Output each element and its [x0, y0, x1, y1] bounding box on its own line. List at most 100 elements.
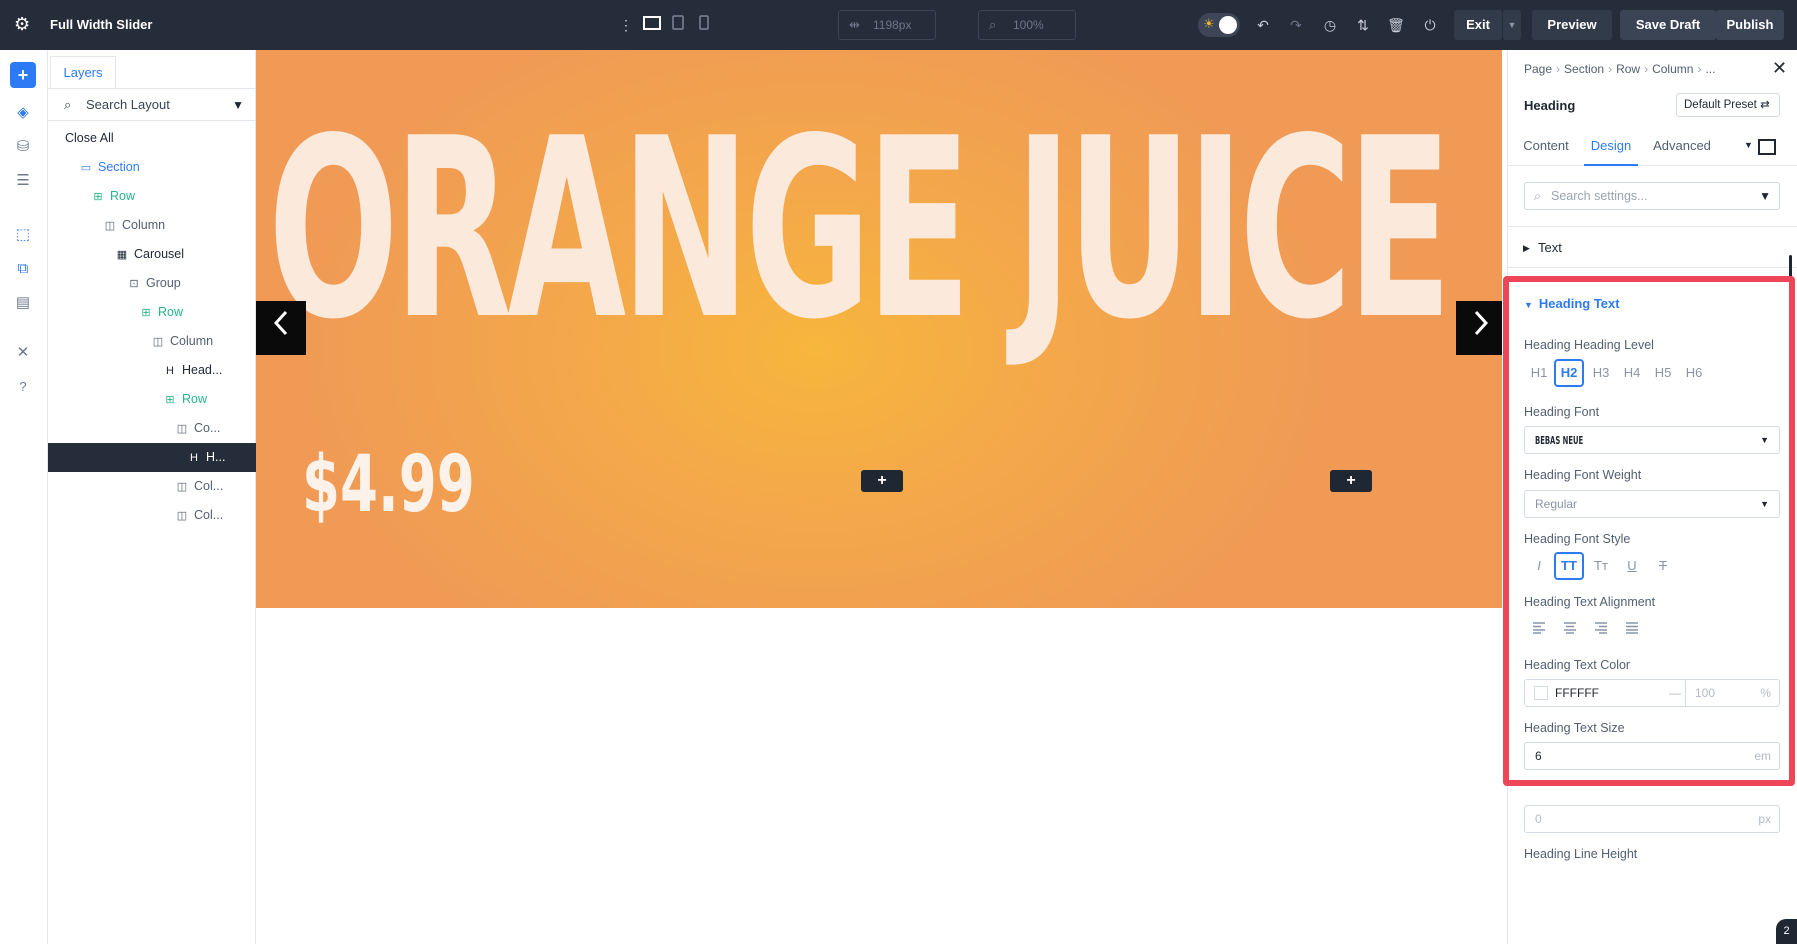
layer-item[interactable]: ◫Co... [48, 414, 256, 443]
heading-level-h6[interactable]: H6 [1679, 359, 1709, 387]
layer-item[interactable]: ▭Section [48, 153, 256, 182]
layer-item-selected[interactable]: HH... [48, 443, 256, 472]
tab-design[interactable]: Design [1584, 128, 1638, 166]
publish-button[interactable]: Publish [1716, 10, 1784, 40]
align-center-icon[interactable] [1555, 616, 1585, 644]
layer-item[interactable]: ⊡Group [48, 269, 256, 298]
price-heading[interactable]: $4.99 [302, 440, 475, 530]
group-icon: ⊡ [126, 270, 142, 299]
font-weight-label: Heading Font Weight [1524, 468, 1641, 482]
undo-icon[interactable]: ↶ [1252, 14, 1274, 36]
layer-item[interactable]: HHead... [48, 356, 256, 385]
exit-dropdown-icon[interactable]: ▼ [1503, 10, 1521, 40]
divider [1685, 680, 1686, 706]
chevron-right-icon[interactable] [1456, 301, 1502, 355]
preview-button[interactable]: Preview [1532, 10, 1612, 40]
italic-button[interactable]: I [1524, 552, 1554, 580]
color-swatch[interactable] [1534, 686, 1548, 700]
breadcrumb: Page›Section›Row›Column›... [1524, 62, 1715, 76]
breadcrumb-item[interactable]: Column [1652, 62, 1693, 76]
width-field[interactable]: ⇹ 1198px [838, 10, 936, 40]
close-icon[interactable]: ✕ [1772, 58, 1787, 79]
exit-button[interactable]: Exit [1454, 10, 1502, 40]
heading-level-h2[interactable]: H2 [1554, 359, 1584, 387]
filter-icon[interactable]: ▼ [1759, 183, 1771, 209]
layer-item[interactable]: ▦Carousel [48, 240, 256, 269]
group-text-toggle[interactable]: ▶ Text [1508, 226, 1797, 268]
uppercase-button[interactable]: TT [1554, 552, 1584, 580]
column-icon: ◫ [102, 212, 118, 241]
column-icon: ◫ [174, 415, 190, 444]
settings-search-input[interactable]: ⌕ Search settings... ▼ [1524, 182, 1780, 210]
heading-level-h1[interactable]: H1 [1524, 359, 1554, 387]
phone-icon[interactable] [693, 14, 715, 36]
history-icon[interactable]: ◷ [1319, 14, 1341, 36]
heading-level-h4[interactable]: H4 [1617, 359, 1647, 387]
layer-item[interactable]: ⊞Row [48, 182, 256, 211]
heading-level-h5[interactable]: H5 [1648, 359, 1678, 387]
layer-item[interactable]: ◫Column [48, 327, 256, 356]
add-module-button[interactable]: + [861, 470, 903, 492]
list-icon[interactable]: ☰ [12, 170, 34, 192]
font-weight-select[interactable]: Regular ▼ [1524, 490, 1780, 518]
sun-icon: ☀ [1203, 16, 1215, 32]
filter-icon[interactable]: ▼ [232, 89, 244, 121]
breadcrumb-item[interactable]: Section [1564, 62, 1604, 76]
layer-item[interactable]: ◫Col... [48, 501, 256, 530]
layer-item[interactable]: ⊞Row [48, 298, 256, 327]
preset-dropdown[interactable]: Default Preset ⇄ [1676, 93, 1780, 117]
text-size-input[interactable]: 6 em [1524, 742, 1780, 770]
tab-content[interactable]: Content [1520, 128, 1572, 166]
layer-item[interactable]: ◫Col... [48, 472, 256, 501]
trash-icon[interactable]: 🗑 [1385, 14, 1407, 36]
heading-level-h3[interactable]: H3 [1586, 359, 1616, 387]
opacity-input[interactable]: 100 [1695, 680, 1715, 706]
slider-section[interactable]: ORANGE JUICE $4.99 + + [256, 50, 1502, 608]
breadcrumb-item[interactable]: Page [1524, 62, 1552, 76]
tab-advanced[interactable]: Advanced [1648, 128, 1716, 166]
desktop-icon[interactable] [641, 14, 663, 36]
align-justify-icon[interactable] [1617, 616, 1647, 644]
search-icon: ⌕ [1534, 183, 1541, 209]
layer-item[interactable]: ◫Column [48, 211, 256, 240]
strikethrough-button[interactable]: T [1648, 552, 1678, 580]
underline-button[interactable]: U [1617, 552, 1647, 580]
tablet-icon[interactable] [667, 14, 689, 36]
add-icon[interactable]: + [10, 62, 36, 88]
breadcrumb-item[interactable]: Row [1616, 62, 1640, 76]
expand-icon[interactable] [1758, 139, 1776, 155]
group-heading-text-toggle[interactable]: ▼Heading Text [1524, 296, 1620, 311]
add-module-button[interactable]: + [1330, 470, 1372, 492]
help-icon[interactable]: ? [12, 376, 34, 398]
layer-item[interactable]: ⊞Row [48, 385, 256, 414]
save-draft-button[interactable]: Save Draft [1620, 10, 1716, 40]
layers-icon[interactable]: ◈ [12, 102, 34, 124]
database-icon[interactable]: ⛁ [12, 136, 34, 158]
capitalize-button[interactable]: Tт [1586, 552, 1616, 580]
sort-icon[interactable]: ⇅ [1352, 14, 1374, 36]
layout-icon[interactable]: ▤ [12, 292, 34, 314]
redo-icon[interactable]: ↷ [1285, 14, 1307, 36]
more-icon[interactable]: ⋮ [615, 14, 637, 36]
power-icon[interactable]: ⏻ [1419, 14, 1441, 36]
chevron-down-icon[interactable]: ▼ [1744, 140, 1753, 150]
multi-select-icon[interactable]: ⧉ [12, 258, 34, 280]
heading-font-select[interactable]: BEBAS NEUE ▼ [1524, 426, 1780, 454]
close-all-button[interactable]: Close All [48, 124, 256, 153]
zoom-field[interactable]: ⌕ 100% [978, 10, 1076, 40]
align-left-icon[interactable] [1524, 616, 1554, 644]
chevron-left-icon[interactable] [256, 301, 306, 355]
theme-toggle[interactable]: ☀ [1198, 13, 1240, 37]
chat-bubble-icon[interactable]: 2 [1776, 919, 1797, 944]
gear-icon[interactable]: ⚙ [14, 15, 32, 33]
layers-search-input[interactable]: ⌕ Search Layout ▼ [48, 89, 256, 121]
preset-icon: ⇄ [1760, 99, 1770, 111]
align-right-icon[interactable] [1586, 616, 1616, 644]
tools-icon[interactable]: ✕ [12, 342, 34, 364]
letter-spacing-input[interactable]: 0 px [1524, 805, 1780, 833]
breadcrumb-item[interactable]: ... [1705, 62, 1715, 76]
tab-layers[interactable]: Layers [50, 56, 116, 88]
hero-heading[interactable]: ORANGE JUICE [268, 110, 1037, 350]
text-color-field[interactable]: FFFFFF — 100 % [1524, 679, 1780, 707]
select-icon[interactable]: ⬚ [12, 224, 34, 246]
